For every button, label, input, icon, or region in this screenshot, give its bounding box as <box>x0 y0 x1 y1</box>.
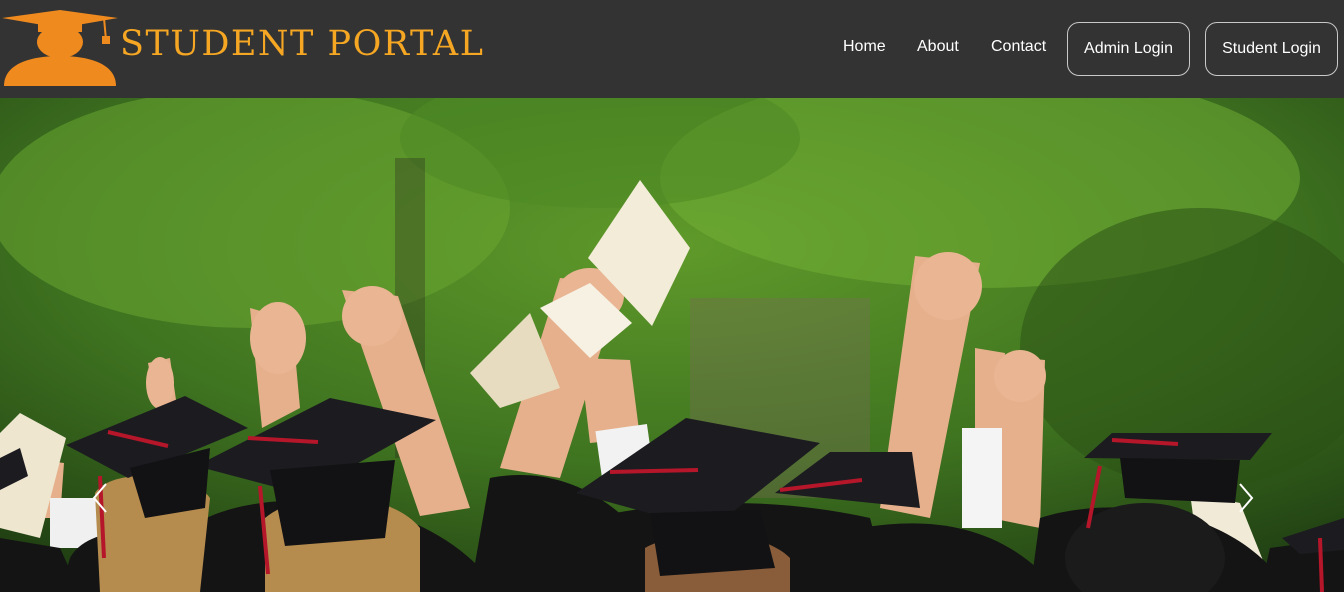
brand-title: STUDENT PORTAL <box>120 24 485 64</box>
student-login-button[interactable]: Student Login <box>1205 22 1338 76</box>
nav-link-contact[interactable]: Contact <box>991 37 1046 57</box>
hero-carousel <box>0 98 1344 592</box>
brand[interactable]: STUDENT PORTAL <box>0 0 483 98</box>
admin-login-button[interactable]: Admin Login <box>1067 22 1190 76</box>
nav-link-about[interactable]: About <box>917 37 959 57</box>
graduate-cap-icon <box>2 10 118 86</box>
carousel-prev-button[interactable] <box>86 480 116 516</box>
hero-image <box>0 98 1344 592</box>
navbar: STUDENT PORTAL Home About Contact Admin … <box>0 0 1344 98</box>
carousel-next-button[interactable] <box>1232 480 1262 516</box>
chevron-right-icon <box>1239 483 1254 513</box>
nav-link-home[interactable]: Home <box>843 37 886 57</box>
chevron-left-icon <box>92 483 107 513</box>
